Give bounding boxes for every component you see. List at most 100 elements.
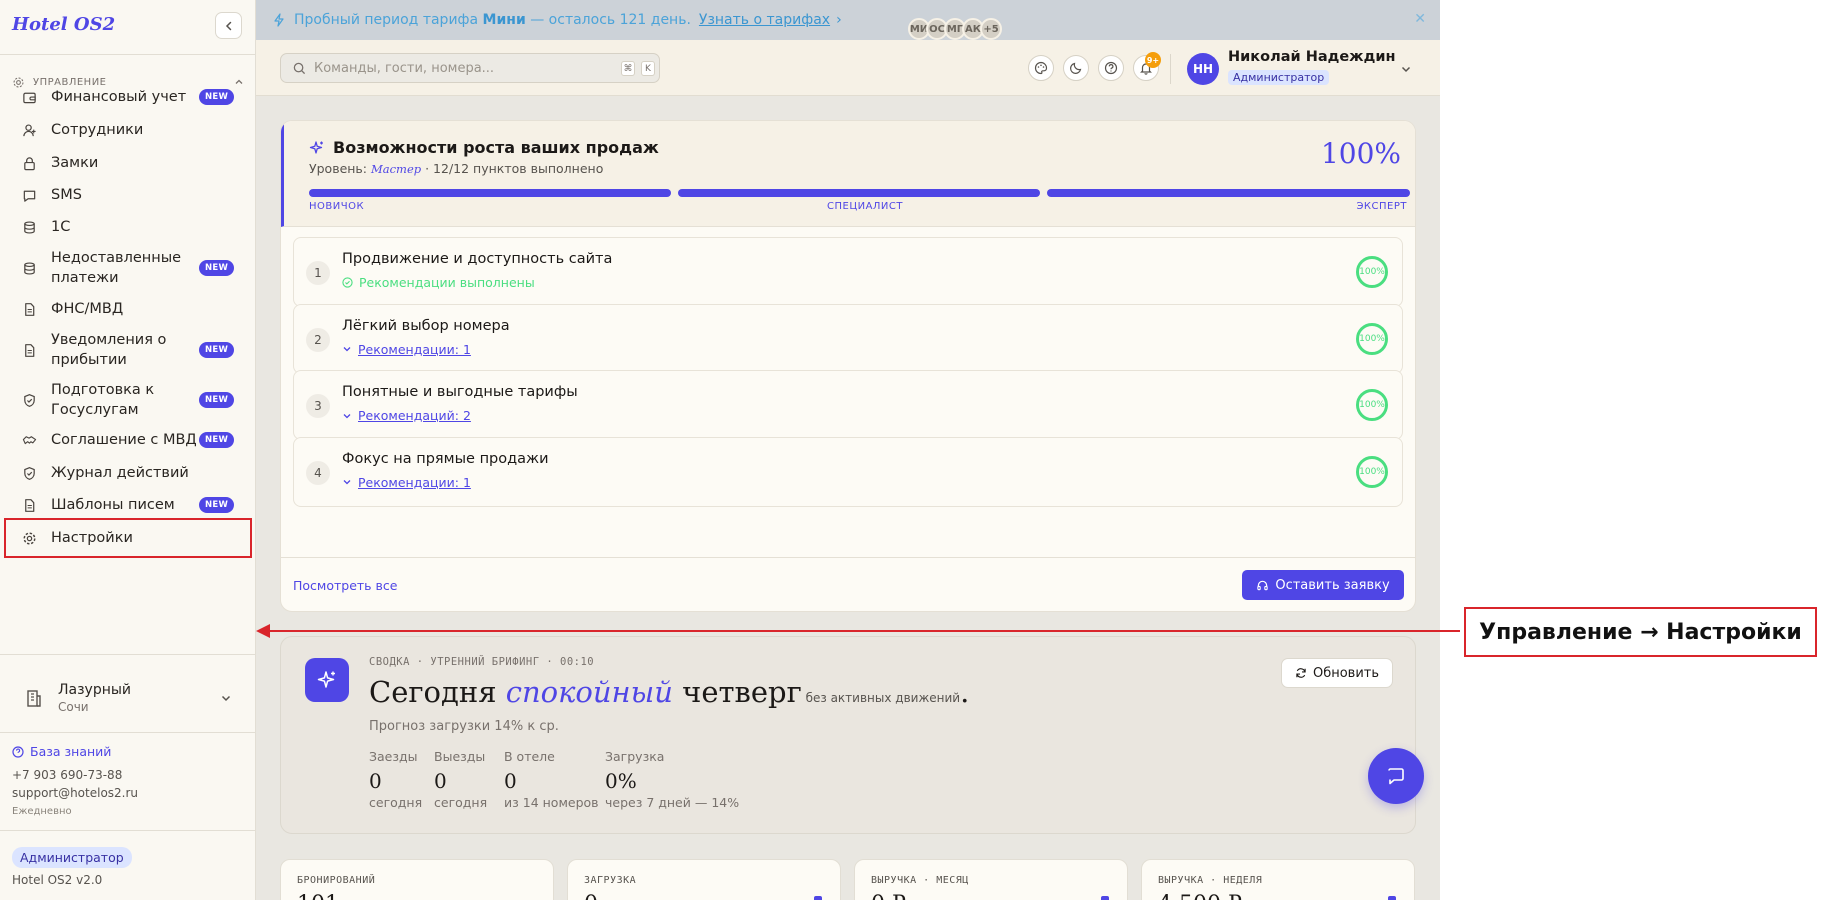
- stage-label-novice: НОВИЧОК: [309, 201, 365, 212]
- dark-mode-button[interactable]: [1063, 55, 1089, 81]
- search-icon: [293, 62, 306, 74]
- wallet-icon: [21, 89, 37, 105]
- progress-segment-expert: [1047, 189, 1410, 197]
- kpi-card[interactable]: БРОНИРОВАНИЙ 101: [280, 859, 554, 900]
- chat-button[interactable]: [1368, 748, 1424, 804]
- sidebar-item-label: Замки: [51, 155, 99, 171]
- view-all-link[interactable]: Посмотреть все: [293, 578, 397, 593]
- banner-text-after: — осталось 121 день.: [525, 12, 691, 28]
- headline-highlight: спокойный: [505, 675, 673, 709]
- moon-icon: [1070, 62, 1082, 74]
- knowledge-base-link[interactable]: База знаний: [12, 744, 111, 759]
- tariffs-link[interactable]: Узнать о тарифах: [699, 12, 830, 28]
- new-badge: NEW: [199, 432, 235, 448]
- help-button[interactable]: [1098, 55, 1124, 81]
- sidebar-item-4[interactable]: SMS: [4, 183, 252, 207]
- annotation-label: Управление → Настройки: [1464, 607, 1817, 657]
- growth-item[interactable]: 1 Продвижение и доступность сайта Рекоменд…: [293, 237, 1403, 307]
- item-recommendations-text: Рекомендации выполнены: [359, 275, 535, 290]
- search-input[interactable]: Команды, гости, номера... ⌘ K: [280, 53, 660, 83]
- user-name[interactable]: Николай Надеждин: [1228, 49, 1396, 65]
- briefing-forecast: Прогноз загрузки 14% к ср.: [369, 719, 559, 734]
- stat-label: Выезды: [434, 749, 486, 764]
- sidebar-item-13[interactable]: Настройки: [4, 518, 252, 558]
- stat-sub: из 14 номеров: [504, 795, 599, 810]
- knowledge-base-label: База знаний: [30, 744, 112, 759]
- growth-item[interactable]: 4 Фокус на прямые продажи Рекомендации: 1 1…: [293, 436, 1403, 507]
- stat-value: 0: [504, 769, 517, 793]
- sidebar-item-label: Настройки: [51, 530, 133, 546]
- trend-icon: [1101, 896, 1109, 900]
- kpi-card[interactable]: ВЫРУЧКА · НЕДЕЛЯ 4 500 ₽: [1141, 859, 1415, 900]
- kpi-card[interactable]: ЗАГРУЗКА 0: [567, 859, 841, 900]
- team-avatar-more[interactable]: +5: [980, 18, 1002, 40]
- item-number: 2: [306, 327, 330, 352]
- chevron-down-icon: [343, 413, 351, 418]
- app-logo[interactable]: Hotel OS2: [12, 14, 115, 35]
- close-banner-icon[interactable]: ✕: [1414, 11, 1426, 27]
- property-selector[interactable]: Лазурный Сочи: [12, 668, 244, 728]
- headset-icon: [1257, 580, 1269, 590]
- divider: [0, 732, 256, 733]
- briefing-headline: Сегодня спокойный четверг без активных д…: [369, 675, 969, 709]
- sidebar-item-7[interactable]: ФНС/МВД: [4, 297, 252, 321]
- morning-briefing-card: СВОДКА · УТРЕННИЙ БРИФИНГ · 00:10 Сегодн…: [280, 636, 1416, 834]
- growth-title-text: Возможности роста ваших продаж: [333, 138, 659, 157]
- notification-count-badge: 9+: [1145, 52, 1161, 68]
- stat-sub: сегодня: [369, 795, 423, 810]
- link-arrow-icon: ›: [836, 12, 842, 28]
- help-icon: [1104, 61, 1118, 75]
- support-email[interactable]: support@hotelos2.ru: [12, 786, 138, 800]
- sidebar-item-label: Шаблоны писем: [51, 497, 175, 513]
- chevron-down-icon[interactable]: [1400, 63, 1412, 75]
- divider: [0, 54, 256, 55]
- new-badge: NEW: [199, 392, 235, 408]
- user-avatar[interactable]: НН: [1187, 53, 1219, 85]
- sidebar-item-11[interactable]: Журнал действий: [4, 461, 252, 485]
- leave-request-label: Оставить заявку: [1275, 577, 1390, 593]
- stage-label-expert: ЭКСПЕРТ: [1356, 201, 1407, 212]
- support-phone[interactable]: +7 903 690-73-88: [12, 768, 122, 782]
- leave-request-button[interactable]: Оставить заявку: [1242, 570, 1404, 600]
- item-score-ring: 100%: [1356, 322, 1388, 355]
- lock-icon: [21, 155, 37, 171]
- chevron-down-icon: [343, 480, 351, 485]
- item-recommendations-text: Рекомендации: 1: [358, 341, 471, 357]
- theme-button[interactable]: [1028, 55, 1054, 81]
- sidebar-item-label: Недоставленные платежи: [51, 250, 182, 286]
- sidebar-item-5[interactable]: 1С: [4, 215, 252, 239]
- file-icon: [21, 497, 37, 513]
- role-badge: Администратор: [12, 847, 132, 868]
- refresh-icon: [1296, 668, 1306, 678]
- chat-icon: [1388, 768, 1404, 785]
- shield-icon: [21, 392, 37, 408]
- headline-dot: .: [960, 675, 970, 709]
- item-recommendations[interactable]: Рекомендации: 1: [342, 342, 471, 357]
- user-role-badge: Администратор: [1228, 70, 1330, 85]
- kpi-label: БРОНИРОВАНИЙ: [297, 875, 376, 886]
- annotation-line: [262, 630, 1460, 632]
- database-icon: [21, 219, 37, 235]
- kpi-value: 101: [297, 892, 339, 900]
- divider: [0, 830, 256, 831]
- sidebar-item-label: Соглашение с МВД: [51, 432, 197, 448]
- sidebar-item-3[interactable]: Замки: [4, 151, 252, 175]
- item-recommendations-text: Рекомендации: 1: [358, 474, 471, 490]
- item-recommendations[interactable]: Рекомендаций: 2: [342, 408, 471, 423]
- building-icon: [27, 690, 41, 707]
- sidebar-item-label: Уведомления о прибытии: [51, 332, 167, 368]
- kpi-card[interactable]: ВЫРУЧКА · МЕСЯЦ 0 ₽: [854, 859, 1128, 900]
- chevron-left-icon: [225, 21, 231, 30]
- kpi-label: ЗАГРУЗКА: [584, 875, 637, 886]
- refresh-button[interactable]: Обновить: [1281, 658, 1393, 688]
- app-window: Hotel OS2 УПРАВЛЕНИЕ Финансовый учет NEW С…: [0, 0, 1440, 900]
- sidebar-item-label: ФНС/МВД: [51, 301, 124, 317]
- file-icon: [21, 301, 37, 317]
- item-number: 1: [306, 261, 330, 285]
- growth-item[interactable]: 3 Понятные и выгодные тарифы Рекомендаций:…: [293, 370, 1403, 440]
- briefing-stat: Выезды 0 сегодня: [434, 749, 487, 810]
- item-recommendations[interactable]: Рекомендации: 1: [342, 475, 471, 490]
- sidebar-item-2[interactable]: Сотрудники: [4, 118, 252, 142]
- growth-item[interactable]: 2 Лёгкий выбор номера Рекомендации: 1 100%: [293, 303, 1403, 374]
- collapse-sidebar-button[interactable]: [215, 12, 242, 39]
